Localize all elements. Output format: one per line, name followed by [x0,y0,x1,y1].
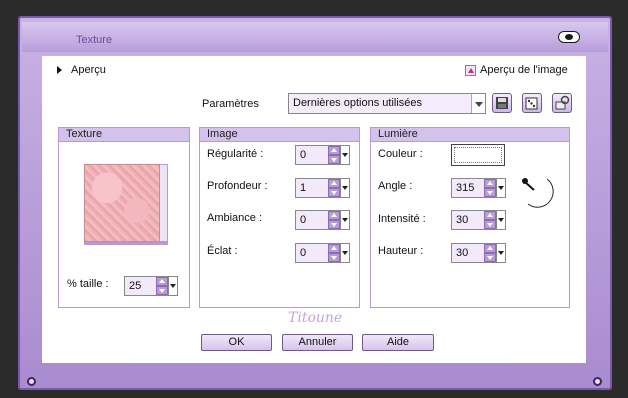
taille-spinner[interactable]: 25 [124,276,178,296]
dropdown-arrow-icon[interactable] [168,277,177,295]
regularite-label: Régularité : [207,148,264,160]
taille-label: % taille : [67,278,109,290]
profondeur-value[interactable]: 1 [296,182,328,194]
angle-dial-icon[interactable] [514,170,560,212]
spinner-arrows-icon[interactable] [484,179,496,197]
spinner-arrows-icon[interactable] [328,179,340,197]
taille-value[interactable]: 25 [125,280,156,292]
random-preset-button[interactable] [522,93,542,113]
window-title: Texture [76,34,113,46]
apercu-image-label[interactable]: Aperçu de l'image [480,64,568,76]
rivet-icon [27,377,36,386]
spinner-arrows-icon[interactable] [328,244,340,262]
light-panel-heading: Lumière [370,127,570,142]
eclat-label: Éclat : [207,245,238,257]
save-preset-button[interactable] [492,93,512,113]
rivet-icon [593,377,602,386]
couleur-label: Couleur : [378,148,423,160]
ambiance-spinner[interactable]: 0 [295,210,350,230]
hauteur-value[interactable]: 30 [452,247,484,259]
cancel-button[interactable]: Annuler [282,334,353,351]
dropdown-arrow-icon[interactable] [340,244,349,262]
texture-swatch[interactable] [84,164,160,242]
swatch-edge [160,164,168,242]
spinner-arrows-icon[interactable] [328,211,340,229]
dropdown-arrow-icon[interactable] [496,211,505,229]
floppy-disk-icon [496,97,508,109]
preset-value: Dernières options utilisées [293,97,423,109]
light-color-swatch[interactable] [451,144,505,166]
intensite-spinner[interactable]: 30 [451,210,506,230]
spinner-arrows-icon[interactable] [328,146,340,164]
texture-panel-heading: Texture [58,127,190,142]
apercu-image-checkbox[interactable] [465,65,476,76]
ok-button[interactable]: OK [201,334,272,351]
help-button[interactable]: Aide [362,334,434,351]
window-toggle-button[interactable] [558,31,580,43]
dropdown-arrow-icon[interactable] [496,179,505,197]
chevron-down-icon[interactable] [471,94,485,113]
title-bar: Texture [22,22,608,52]
eclat-spinner[interactable]: 0 [295,243,350,263]
dropdown-arrow-icon[interactable] [340,211,349,229]
hauteur-spinner[interactable]: 30 [451,243,506,263]
image-panel-heading: Image [199,127,360,142]
intensite-label: Intensité : [378,213,426,225]
spinner-arrows-icon[interactable] [484,244,496,262]
preset-manager-icon [555,95,570,110]
watermark-signature: Titoune [288,310,343,326]
apercu-toggle-label[interactable]: Aperçu [71,64,106,76]
spinner-arrows-icon[interactable] [484,211,496,229]
parametres-label: Paramètres [202,98,259,110]
preset-select[interactable]: Dernières options utilisées [288,93,486,114]
intensite-value[interactable]: 30 [452,214,484,226]
regularite-value[interactable]: 0 [296,149,328,161]
eclat-value[interactable]: 0 [296,247,328,259]
ambiance-value[interactable]: 0 [296,214,328,226]
triangle-icon [468,68,474,73]
hauteur-label: Hauteur : [378,245,424,257]
regularite-spinner[interactable]: 0 [295,145,350,165]
ambiance-label: Ambiance : [207,212,263,224]
angle-spinner[interactable]: 315 [451,178,506,198]
angle-value[interactable]: 315 [452,182,484,194]
profondeur-spinner[interactable]: 1 [295,178,350,198]
angle-label: Angle : [378,180,413,192]
dropdown-arrow-icon[interactable] [340,179,349,197]
expand-arrow-icon[interactable] [57,66,62,74]
dice-icon [525,97,538,110]
profondeur-label: Profondeur : [207,180,268,192]
manage-presets-button[interactable] [552,93,572,113]
dropdown-arrow-icon[interactable] [340,146,349,164]
spinner-arrows-icon[interactable] [156,277,168,295]
toggle-dot-icon [565,34,573,40]
dropdown-arrow-icon[interactable] [496,244,505,262]
swatch-shadow [84,242,168,245]
